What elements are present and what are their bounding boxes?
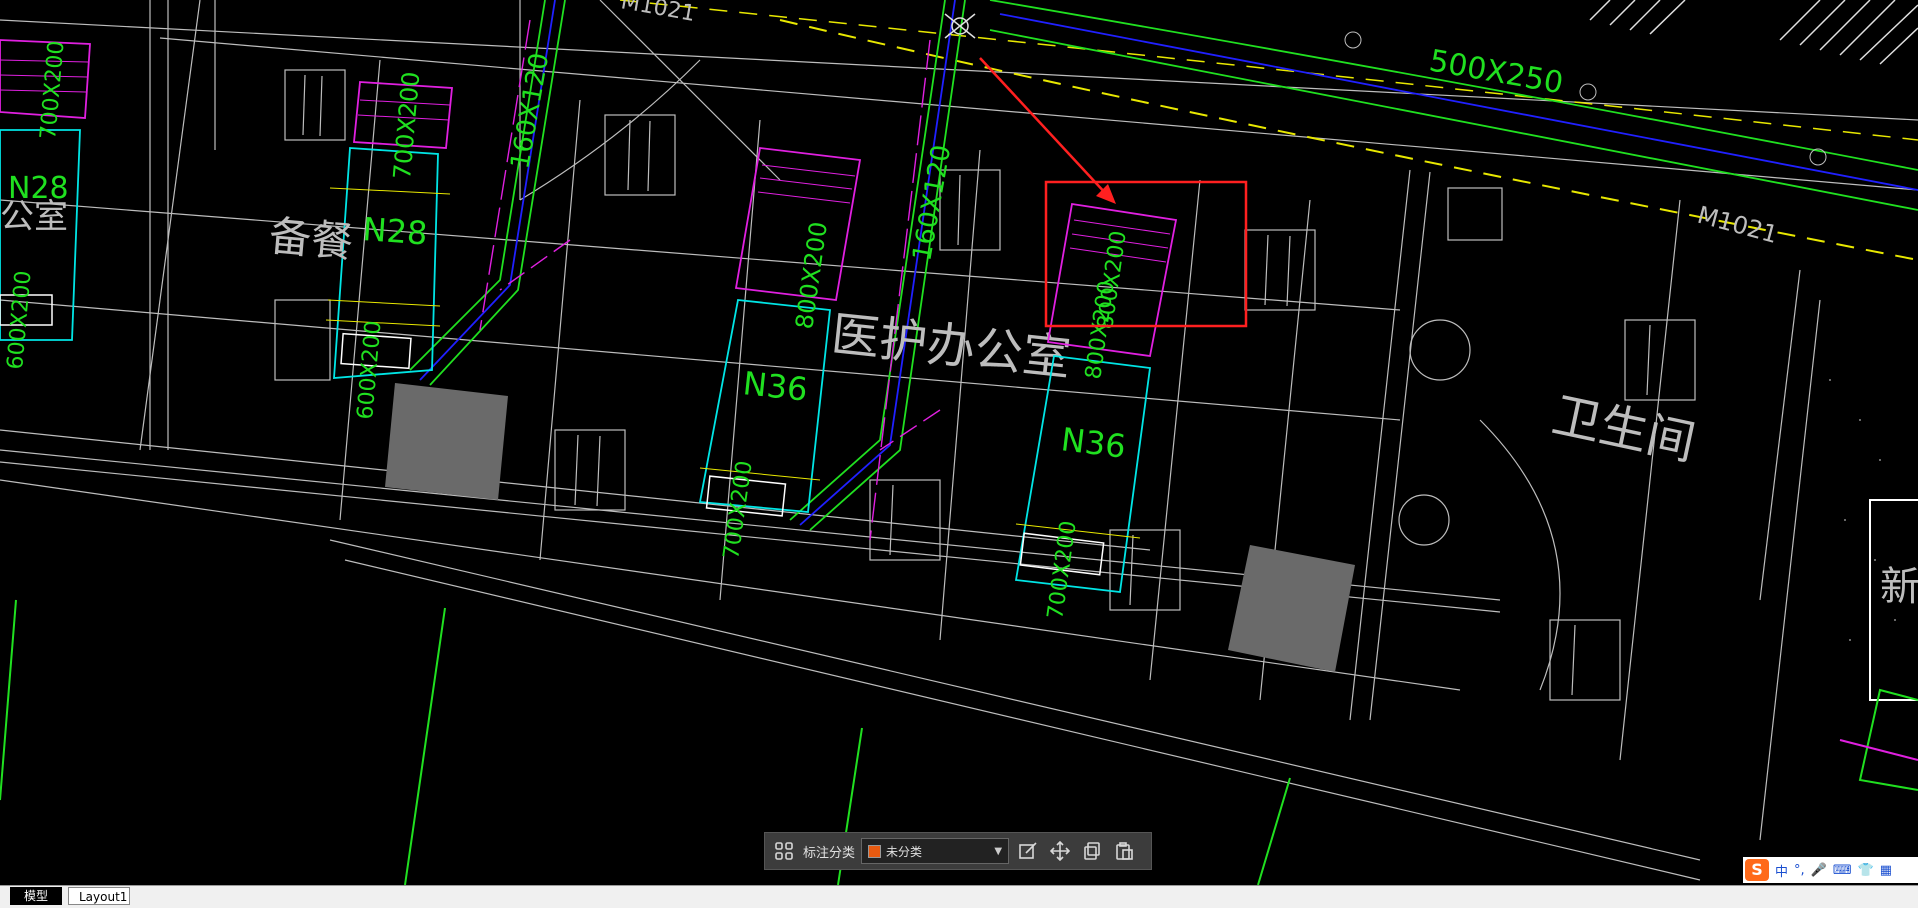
room-label-pantry: 备餐 bbox=[267, 211, 355, 267]
ime-language-toggle[interactable]: 中 bbox=[1775, 861, 1788, 880]
door-label-top: M1021 bbox=[619, 0, 697, 27]
keyboard-icon[interactable]: ⌨ bbox=[1833, 863, 1852, 878]
grid-icon[interactable] bbox=[771, 838, 797, 864]
tab-layout1[interactable]: Layout1 bbox=[68, 887, 130, 905]
layout-tab-bar: 模型 Layout1 bbox=[0, 885, 1918, 908]
classification-select-value: 未分类 bbox=[886, 844, 923, 859]
hatch-pattern bbox=[1589, 0, 1918, 65]
move-icon[interactable] bbox=[1047, 838, 1073, 864]
column-2 bbox=[1228, 545, 1355, 672]
unit-label-n36-a: N36 bbox=[741, 364, 809, 409]
tools-icon[interactable]: ▦ bbox=[1880, 863, 1892, 878]
annotation-toolbar: 标注分类 未分类 ▼ bbox=[764, 832, 1152, 870]
size-label-700-a: 700X200 bbox=[719, 459, 758, 561]
ac-unit-n36-b bbox=[1014, 202, 1178, 593]
room-label-office-partial: 公室 bbox=[0, 197, 68, 237]
unit-label-n36-b: N36 bbox=[1059, 420, 1128, 466]
paste-icon[interactable] bbox=[1111, 838, 1137, 864]
tab-model[interactable]: 模型 bbox=[10, 887, 62, 905]
classification-select[interactable]: 未分类 ▼ bbox=[861, 838, 1010, 864]
edit-icon[interactable] bbox=[1015, 838, 1041, 864]
right-frame bbox=[1839, 499, 1918, 791]
crosshair-icon bbox=[944, 13, 976, 39]
size-label-700-left: 700X200 bbox=[36, 40, 70, 141]
room-label-edge-partial: 新 bbox=[1880, 564, 1918, 610]
size-label-700-n28: 700X200 bbox=[388, 70, 425, 180]
ime-punctuation-toggle[interactable]: °, bbox=[1794, 863, 1805, 878]
main-duct-size: 500X250 bbox=[1427, 43, 1566, 101]
size-label-800-a1: 800X200 bbox=[790, 220, 833, 331]
ime-logo-icon[interactable]: S bbox=[1745, 859, 1769, 881]
column-1 bbox=[385, 383, 508, 500]
ime-toolbar: S 中 °, 🎤 ⌨ 👕 ▦ bbox=[1743, 857, 1918, 883]
copy-icon[interactable] bbox=[1079, 838, 1105, 864]
noise-dots bbox=[1829, 379, 1906, 701]
shirt-icon[interactable]: 👕 bbox=[1858, 863, 1874, 878]
cad-drawing-canvas[interactable]: 500X250 M1021 M1021 160X120 160X120 N28 … bbox=[0, 0, 1918, 907]
room-label-nurse-office: 医护办公室 bbox=[829, 306, 1074, 387]
size-label-600-left: 600X200 bbox=[3, 270, 37, 371]
chevron-down-icon: ▼ bbox=[994, 845, 1003, 857]
classification-label: 标注分类 bbox=[803, 845, 856, 861]
category-color-swatch bbox=[868, 844, 882, 858]
microphone-icon[interactable]: 🎤 bbox=[1811, 863, 1827, 878]
unit-label-n28: N28 bbox=[361, 210, 428, 252]
highlight-box bbox=[1044, 180, 1248, 328]
door-label-right: M1021 bbox=[1694, 201, 1780, 249]
